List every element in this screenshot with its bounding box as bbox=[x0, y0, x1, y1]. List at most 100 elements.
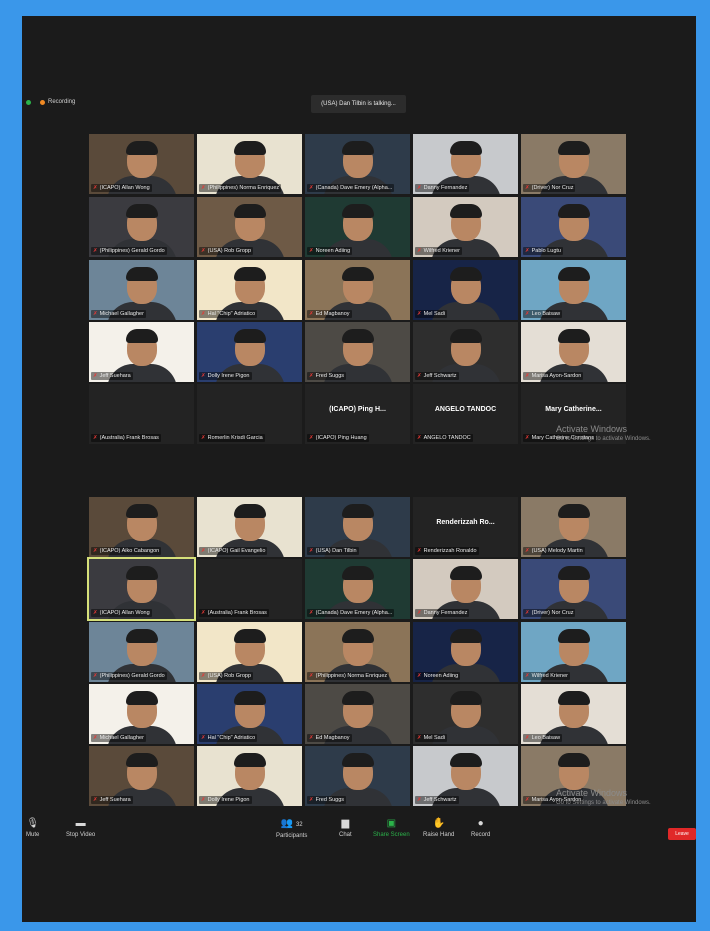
security-icon[interactable] bbox=[26, 99, 31, 105]
participant-name-label: ✗ (Philippines) Gerald Gordo bbox=[91, 672, 167, 680]
participant-tile[interactable]: ✗ (Philippines) Gerald Gordo bbox=[89, 622, 194, 682]
participant-tile[interactable]: ✗ Romerlin Krisdi Garcia bbox=[197, 384, 302, 444]
participant-display-name: (ICAPO) Ping H... bbox=[329, 406, 386, 413]
chat-button[interactable]: ▆ Chat bbox=[339, 818, 352, 838]
participant-tile[interactable]: ✗ (Philippines) Norma Enriquez bbox=[305, 622, 410, 682]
participant-tile[interactable]: ✗ Mel Sadi bbox=[413, 260, 518, 320]
participant-tile[interactable]: ✗ (Australia) Frank Brosas bbox=[197, 559, 302, 619]
participant-tile[interactable]: ✗ (USA) Rob Gropp bbox=[197, 197, 302, 257]
participant-tile[interactable]: ✗ (Philippines) Norma Enriquez bbox=[197, 134, 302, 194]
participant-name: Leo Baisaw bbox=[531, 311, 561, 317]
muted-microphone-icon: ✗ bbox=[417, 311, 422, 317]
participant-tile[interactable]: ✗ Ed Magbanoy bbox=[305, 260, 410, 320]
participant-name: (ICAPO) Aiko Cabangon bbox=[99, 548, 160, 554]
participant-name-label: ✗ Jeff Suehara bbox=[91, 372, 133, 380]
participant-display-name: Mary Catherine... bbox=[545, 406, 602, 413]
participant-name: Noreen Adiing bbox=[423, 673, 459, 679]
mute-button[interactable]: 🎙 Mute bbox=[26, 818, 39, 838]
participant-tile[interactable]: ✗ Jeff Schwartz bbox=[413, 746, 518, 806]
participant-tile[interactable]: ✗ Dolly Irene Pigon bbox=[197, 746, 302, 806]
participant-name: Marisa Ayon-Sardon bbox=[531, 373, 582, 379]
participant-name-label: ✗ Hal "Chip" Adriatico bbox=[199, 734, 258, 742]
participant-tile[interactable]: ✗ Danny Fernandez bbox=[413, 134, 518, 194]
muted-microphone-icon: ✗ bbox=[201, 311, 206, 317]
participant-tile[interactable]: ✗ Wilfred Kriener bbox=[521, 622, 626, 682]
participant-tile[interactable]: ✗ Leo Baisaw bbox=[521, 260, 626, 320]
participant-tile[interactable]: ✗ Marisa Ayon-Sardon bbox=[521, 322, 626, 382]
participant-name: Fred Suggs bbox=[315, 797, 345, 803]
participant-tile[interactable]: ✗ (Philippines) Gerald Gordo bbox=[89, 197, 194, 257]
participant-tile[interactable]: ✗ Hal "Chip" Adriatico bbox=[197, 684, 302, 744]
muted-microphone-icon: ✗ bbox=[201, 735, 206, 741]
participant-hair bbox=[125, 204, 158, 218]
muted-microphone-icon: ✗ bbox=[93, 735, 98, 741]
participant-name: Jeff Schwartz bbox=[423, 373, 457, 379]
participant-tile[interactable]: ✗ Jeff Suehara bbox=[89, 322, 194, 382]
participant-name-label: ✗ Renderizzah Ronaldo bbox=[415, 547, 479, 555]
participant-tile[interactable]: ✗ Ed Magbanoy bbox=[305, 684, 410, 744]
muted-microphone-icon: ✗ bbox=[309, 373, 314, 379]
participant-hair bbox=[125, 691, 158, 705]
participant-tile[interactable]: ✗ (Australia) Frank Brosas bbox=[89, 384, 194, 444]
participant-tile[interactable]: ✗ (Driver) Nor Cruz bbox=[521, 559, 626, 619]
participant-hair bbox=[341, 566, 374, 580]
participants-button[interactable]: 👥 32 Participants bbox=[276, 818, 307, 839]
participant-tile[interactable]: ✗ Fred Suggs bbox=[305, 322, 410, 382]
participant-tile[interactable]: ✗ Noreen Adiing bbox=[305, 197, 410, 257]
participant-tile[interactable]: ✗ (USA) Dan Tilbin bbox=[305, 497, 410, 557]
participant-name-label: ✗ (USA) Rob Gropp bbox=[199, 247, 254, 255]
hand-icon: ✋ bbox=[432, 818, 445, 829]
share-screen-button[interactable]: ▣ Share Screen bbox=[373, 818, 410, 838]
participant-tile[interactable]: ✗ Hal "Chip" Adriatico bbox=[197, 260, 302, 320]
participant-name-label: ✗ Leo Baisaw bbox=[523, 734, 563, 742]
participant-name: Michael Gallagher bbox=[99, 311, 144, 317]
participant-tile[interactable]: ✗ (ICAPO) Allan Wong bbox=[87, 557, 196, 621]
participant-tile[interactable]: ✗ Pablo Lugtu bbox=[521, 197, 626, 257]
muted-microphone-icon: ✗ bbox=[309, 548, 314, 554]
participant-tile[interactable]: ✗ Mel Sadi bbox=[413, 684, 518, 744]
participant-hair bbox=[449, 691, 482, 705]
talking-banner: (USA) Dan Tilbin is talking... bbox=[311, 95, 406, 113]
participant-tile[interactable]: ✗ Leo Baisaw bbox=[521, 684, 626, 744]
participant-tile[interactable]: ANGELO TANDOC ✗ ANGELO TANDOC bbox=[413, 384, 518, 444]
activate-windows-watermark-2: Activate Windows Go to Settings to activ… bbox=[556, 788, 651, 806]
participant-tile[interactable]: ✗ (USA) Melody Martin bbox=[521, 497, 626, 557]
participant-tile[interactable]: ✗ Michael Gallagher bbox=[89, 684, 194, 744]
participant-tile[interactable]: ✗ Wilfred Kriener bbox=[413, 197, 518, 257]
participant-name-label: ✗ (Driver) Nor Cruz bbox=[523, 609, 576, 617]
participant-tile[interactable]: Renderizzah Ro... ✗ Renderizzah Ronaldo bbox=[413, 497, 518, 557]
muted-microphone-icon: ✗ bbox=[309, 435, 314, 441]
participant-name: Mel Sadi bbox=[423, 311, 446, 317]
participant-tile[interactable]: ✗ Michael Gallagher bbox=[89, 260, 194, 320]
leave-button[interactable]: Leave bbox=[668, 828, 696, 840]
muted-microphone-icon: ✗ bbox=[525, 548, 530, 554]
participant-tile[interactable]: ✗ (ICAPO) Allan Wong bbox=[89, 134, 194, 194]
muted-microphone-icon: ✗ bbox=[417, 797, 422, 803]
participant-tile[interactable]: ✗ Jeff Schwartz bbox=[413, 322, 518, 382]
raise-hand-button[interactable]: ✋ Raise Hand bbox=[423, 818, 454, 838]
participant-tile[interactable]: ✗ Dolly Irene Pigon bbox=[197, 322, 302, 382]
participant-tile[interactable]: ✗ (ICAPO) Aiko Cabangon bbox=[89, 497, 194, 557]
muted-microphone-icon: ✗ bbox=[201, 610, 206, 616]
participant-name: Mel Sadi bbox=[423, 735, 446, 741]
record-button[interactable]: ● Record bbox=[471, 818, 490, 838]
participant-tile[interactable]: ✗ (Canada) Dave Emery (Alpha... bbox=[305, 559, 410, 619]
participant-tile[interactable]: ✗ (USA) Rob Gropp bbox=[197, 622, 302, 682]
participant-tile[interactable]: ✗ (ICAPO) Gail Evangelio bbox=[197, 497, 302, 557]
participant-hair bbox=[125, 141, 158, 155]
participant-tile[interactable]: ✗ Noreen Adiing bbox=[413, 622, 518, 682]
participant-tile[interactable]: ✗ (Driver) Nor Cruz bbox=[521, 134, 626, 194]
participant-tile[interactable]: ✗ (Canada) Dave Emery (Alpha... bbox=[305, 134, 410, 194]
participant-hair bbox=[449, 329, 482, 343]
participant-tile[interactable]: ✗ Danny Fernandez bbox=[413, 559, 518, 619]
stop-video-button[interactable]: ▬ Stop Video bbox=[66, 818, 95, 838]
participant-tile[interactable]: ✗ Jeff Suehara bbox=[89, 746, 194, 806]
muted-microphone-icon: ✗ bbox=[309, 610, 314, 616]
participant-name: Noreen Adiing bbox=[315, 248, 351, 254]
participant-hair bbox=[557, 504, 590, 518]
activate-windows-watermark-1: Activate Windows Go to Settings to activ… bbox=[556, 424, 651, 442]
participant-name: Dolly Irene Pigon bbox=[207, 373, 250, 379]
participant-hair bbox=[233, 267, 266, 281]
participant-tile[interactable]: (ICAPO) Ping H... ✗ (ICAPO) Ping Huang bbox=[305, 384, 410, 444]
participant-tile[interactable]: ✗ Fred Suggs bbox=[305, 746, 410, 806]
